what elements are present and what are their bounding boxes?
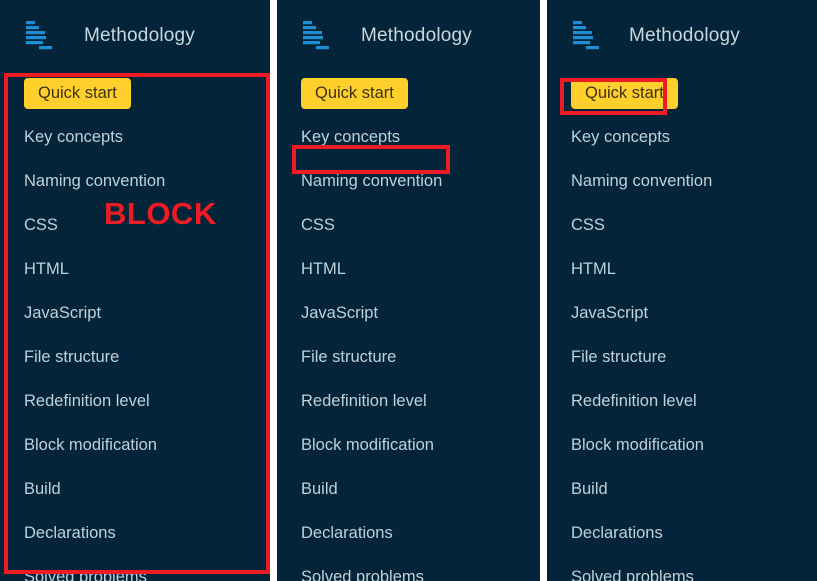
- bem-annotation-screenshot: Methodology Quick start Key concepts Nam…: [0, 0, 817, 581]
- nav-item-quick-start-wrap: Quick start: [277, 78, 540, 121]
- panel-header: Methodology: [0, 0, 270, 72]
- bem-logo-icon: [26, 21, 52, 50]
- panel-divider-2: [540, 0, 547, 581]
- sidebar-item-solved-problems[interactable]: Solved problems: [547, 561, 817, 581]
- sidebar-item-declarations[interactable]: Declarations: [547, 517, 817, 549]
- sidebar-item-javascript[interactable]: JavaScript: [277, 297, 540, 329]
- sidebar-item-css[interactable]: CSS: [547, 209, 817, 241]
- page-title: Methodology: [84, 25, 195, 46]
- sidebar-item-html[interactable]: HTML: [547, 253, 817, 285]
- sidebar-item-build[interactable]: Build: [0, 473, 270, 505]
- page-title: Methodology: [629, 25, 740, 46]
- sidebar-item-build[interactable]: Build: [547, 473, 817, 505]
- page-title: Methodology: [361, 25, 472, 46]
- sidebar-item-redefinition-level[interactable]: Redefinition level: [0, 385, 270, 417]
- sidebar-item-build[interactable]: Build: [277, 473, 540, 505]
- sidebar-item-javascript[interactable]: JavaScript: [547, 297, 817, 329]
- sidebar-item-naming-convention[interactable]: Naming convention: [547, 165, 817, 197]
- bem-logo-icon: [303, 21, 329, 50]
- sidebar-item-solved-problems[interactable]: Solved problems: [0, 561, 270, 581]
- sidebar-item-naming-convention[interactable]: Naming convention: [0, 165, 270, 197]
- sidebar-item-redefinition-level[interactable]: Redefinition level: [547, 385, 817, 417]
- nav-item-quick-start-wrap: Quick start: [547, 78, 817, 121]
- sidebar-item-file-structure[interactable]: File structure: [0, 341, 270, 373]
- panel-header: Methodology: [547, 0, 817, 72]
- sidebar-item-html[interactable]: HTML: [0, 253, 270, 285]
- sidebar-item-quick-start[interactable]: Quick start: [571, 78, 678, 109]
- sidebar-item-declarations[interactable]: Declarations: [277, 517, 540, 549]
- bem-logo-icon: [573, 21, 599, 50]
- sidebar-item-css[interactable]: CSS: [277, 209, 540, 241]
- sidebar-item-file-structure[interactable]: File structure: [277, 341, 540, 373]
- sidebar-item-javascript[interactable]: JavaScript: [0, 297, 270, 329]
- sidebar-nav: Quick start Key concepts Naming conventi…: [277, 72, 540, 581]
- sidebar-item-html[interactable]: HTML: [277, 253, 540, 285]
- sidebar-item-solved-problems[interactable]: Solved problems: [277, 561, 540, 581]
- nav-item-quick-start-wrap: Quick start: [0, 78, 270, 121]
- sidebar-item-redefinition-level[interactable]: Redefinition level: [277, 385, 540, 417]
- panel-divider-1: [270, 0, 277, 581]
- annotation-label-block: BLOCK: [104, 196, 217, 231]
- sidebar-item-block-modification[interactable]: Block modification: [0, 429, 270, 461]
- sidebar-nav: Quick start Key concepts Naming conventi…: [547, 72, 817, 581]
- sidebar-item-quick-start[interactable]: Quick start: [301, 78, 408, 109]
- sidebar-item-declarations[interactable]: Declarations: [0, 517, 270, 549]
- sidebar-item-naming-convention[interactable]: Naming convention: [277, 165, 540, 197]
- sidebar-nav: Quick start Key concepts Naming conventi…: [0, 72, 270, 581]
- sidebar-item-block-modification[interactable]: Block modification: [547, 429, 817, 461]
- sidebar-item-quick-start[interactable]: Quick start: [24, 78, 131, 109]
- panel-header: Methodology: [277, 0, 540, 72]
- sidebar-item-key-concepts[interactable]: Key concepts: [547, 121, 817, 153]
- sidebar-item-key-concepts[interactable]: Key concepts: [0, 121, 270, 153]
- sidebar-item-file-structure[interactable]: File structure: [547, 341, 817, 373]
- panel-element: Methodology Quick start Key concepts Nam…: [277, 0, 540, 581]
- sidebar-item-key-concepts[interactable]: Key concepts: [277, 121, 540, 153]
- panel-block: Methodology Quick start Key concepts Nam…: [0, 0, 270, 581]
- panel-modifier: Methodology Quick start Key concepts Nam…: [547, 0, 817, 581]
- sidebar-item-block-modification[interactable]: Block modification: [277, 429, 540, 461]
